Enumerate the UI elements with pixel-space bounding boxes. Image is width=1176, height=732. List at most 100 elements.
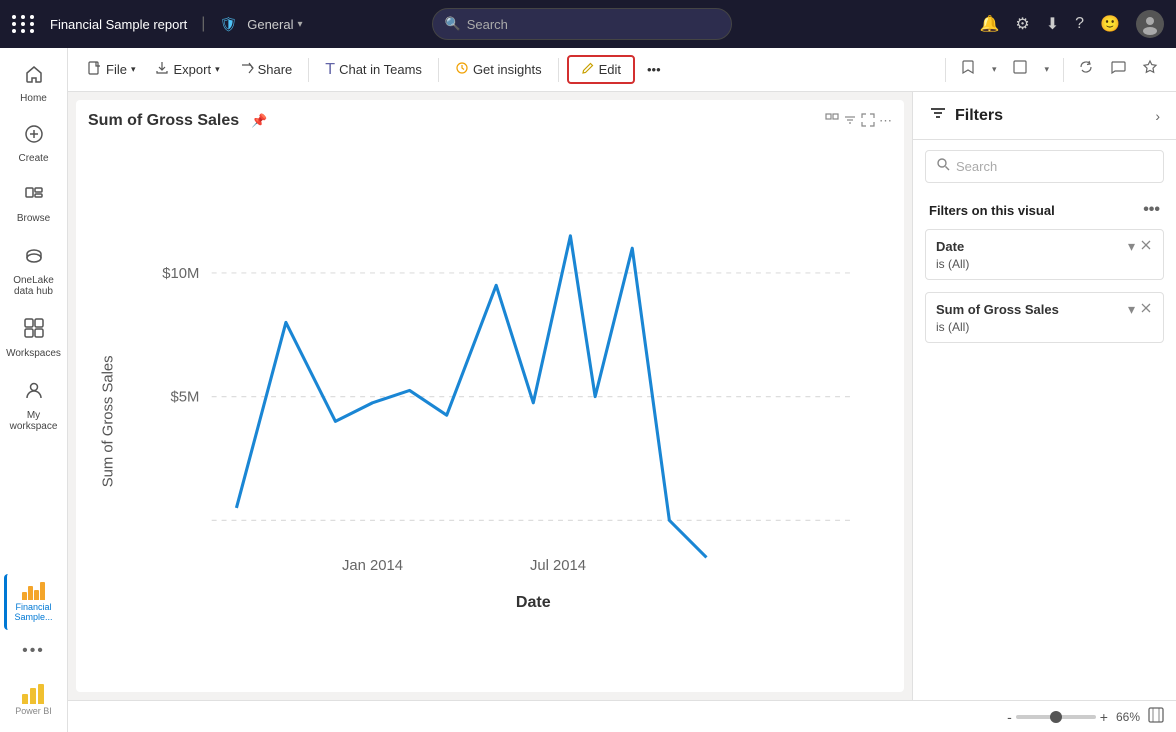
home-icon bbox=[24, 64, 44, 89]
svg-text:Jul 2014: Jul 2014 bbox=[530, 558, 586, 574]
sidebar-label-create: Create bbox=[18, 153, 48, 164]
get-insights-button[interactable]: Get insights bbox=[447, 57, 550, 82]
filters-expand-icon[interactable]: › bbox=[1155, 108, 1160, 124]
sidebar-label-home: Home bbox=[20, 93, 47, 104]
more-options-button[interactable]: ••• bbox=[639, 58, 669, 81]
comment-button[interactable] bbox=[1104, 55, 1132, 84]
filter-date-clear-icon[interactable] bbox=[1139, 238, 1153, 255]
filters-section-header: Filters on this visual ••• bbox=[913, 193, 1176, 223]
export-chevron-icon: ▾ bbox=[215, 64, 220, 75]
chart-expand-icon[interactable] bbox=[861, 113, 875, 130]
zoom-level: 66% bbox=[1116, 710, 1140, 724]
chart-wrapper: $10M $5M Sum of Gross Sales Jan 2014 Jul… bbox=[88, 138, 892, 680]
top-navigation: Financial Sample report | 🛡 General ▾ 🔍 … bbox=[0, 0, 1176, 48]
sidebar-label-myworkspace: My workspace bbox=[8, 410, 60, 432]
filter-grosssales-value: is (All) bbox=[936, 320, 1153, 334]
zoom-in-button[interactable]: + bbox=[1100, 709, 1108, 725]
search-input[interactable] bbox=[467, 17, 719, 32]
filters-section-more-icon[interactable]: ••• bbox=[1143, 201, 1160, 219]
bottom-bar: - + 66% bbox=[68, 700, 1176, 732]
filter-grosssales-chevron-icon[interactable]: ▾ bbox=[1128, 301, 1135, 318]
file-button[interactable]: File ▾ bbox=[80, 57, 143, 82]
apps-launcher[interactable] bbox=[12, 15, 36, 33]
filters-search-box[interactable] bbox=[925, 150, 1164, 183]
filter-grosssales-label: Sum of Gross Sales bbox=[936, 302, 1059, 317]
sidebar-item-myworkspace[interactable]: My workspace bbox=[4, 371, 64, 440]
powerbi-logo[interactable]: Power BI bbox=[11, 676, 56, 724]
view-chevron-icon[interactable]: ▾ bbox=[986, 60, 1003, 79]
global-search-bar[interactable]: 🔍 bbox=[432, 8, 732, 40]
filters-search-input[interactable] bbox=[956, 159, 1153, 174]
search-icon: 🔍 bbox=[445, 16, 461, 32]
feedback-icon[interactable]: 🙂 bbox=[1100, 14, 1120, 34]
edit-label: Edit bbox=[599, 62, 621, 77]
sidebar-label-browse: Browse bbox=[17, 213, 50, 224]
toolbar-right: ▾ ▾ bbox=[941, 55, 1164, 84]
financial-chart-icon bbox=[22, 582, 45, 600]
chart-title: Sum of Gross Sales bbox=[88, 112, 239, 130]
chart-toolbar-icons: ⋯ bbox=[825, 113, 892, 130]
app-title: Financial Sample report bbox=[50, 17, 187, 32]
filter-date-value: is (All) bbox=[936, 257, 1153, 271]
chart-more-icon[interactable]: ⋯ bbox=[879, 113, 892, 130]
share-icon bbox=[240, 61, 254, 78]
export-button[interactable]: Export ▾ bbox=[147, 57, 227, 82]
svg-text:$5M: $5M bbox=[170, 390, 199, 406]
chevron-down-icon: ▾ bbox=[297, 19, 302, 30]
file-chevron-icon: ▾ bbox=[131, 64, 136, 75]
filter-grosssales-icons: ▾ bbox=[1128, 301, 1153, 318]
pin-icon[interactable]: 📌 bbox=[251, 113, 267, 129]
share-button[interactable]: Share bbox=[232, 57, 301, 82]
zoom-out-button[interactable]: - bbox=[1007, 709, 1012, 725]
bookmark-button[interactable] bbox=[954, 55, 982, 84]
filter-grosssales-clear-icon[interactable] bbox=[1139, 301, 1153, 318]
workspace-selector[interactable]: General ▾ bbox=[247, 17, 302, 32]
edit-icon bbox=[581, 61, 595, 78]
help-icon[interactable]: ? bbox=[1075, 15, 1084, 33]
avatar[interactable] bbox=[1136, 10, 1164, 38]
toolbar-divider-2 bbox=[438, 58, 439, 82]
sidebar-label-onelake: OneLake data hub bbox=[8, 275, 60, 297]
filter-date-chevron-icon[interactable]: ▾ bbox=[1128, 238, 1135, 255]
download-icon[interactable]: ⬇ bbox=[1046, 14, 1059, 34]
sidebar-item-home[interactable]: Home bbox=[4, 56, 64, 112]
toolbar-divider-3 bbox=[558, 58, 559, 82]
filters-search-icon bbox=[936, 157, 950, 176]
sidebar-item-onelake[interactable]: OneLake data hub bbox=[4, 236, 64, 305]
filters-title: Filters bbox=[955, 107, 1155, 125]
sidebar-item-workspaces[interactable]: Workspaces bbox=[4, 309, 64, 367]
filter-card-date: Date ▾ is (All) bbox=[925, 229, 1164, 280]
zoom-slider[interactable] bbox=[1016, 715, 1096, 719]
refresh-button[interactable] bbox=[1072, 55, 1100, 84]
sidebar-item-financial[interactable]: Financial Sample... bbox=[4, 574, 64, 630]
sidebar-item-create[interactable]: Create bbox=[4, 116, 64, 172]
favorite-button[interactable] bbox=[1136, 55, 1164, 84]
zoom-controls: - + 66% bbox=[1007, 707, 1164, 726]
fit-button[interactable] bbox=[1148, 707, 1164, 726]
zoom-thumb[interactable] bbox=[1050, 711, 1062, 723]
onelake-icon bbox=[23, 244, 45, 271]
reading-view-button[interactable] bbox=[1006, 55, 1034, 84]
chat-in-teams-button[interactable]: T Chat in Teams bbox=[317, 57, 430, 83]
browse-icon bbox=[24, 184, 44, 209]
chart-title-row: Sum of Gross Sales 📌 ⋯ bbox=[88, 112, 892, 130]
myworkspace-icon bbox=[23, 379, 45, 406]
notifications-icon[interactable]: 🔔 bbox=[979, 14, 999, 34]
settings-icon[interactable]: ⚙ bbox=[1015, 14, 1029, 34]
edit-button[interactable]: Edit bbox=[567, 55, 635, 84]
chart-focus-icon[interactable] bbox=[825, 113, 839, 130]
more-icon: ••• bbox=[647, 62, 661, 77]
chart-filter-icon[interactable] bbox=[843, 113, 857, 130]
sidebar-item-more[interactable]: ••• bbox=[4, 634, 64, 668]
filter-date-label: Date bbox=[936, 239, 964, 254]
content-area: Sum of Gross Sales 📌 ⋯ bbox=[68, 92, 1176, 700]
filters-header: Filters › bbox=[913, 92, 1176, 140]
sidebar: Home Create Browse OneLake data hub Work… bbox=[0, 48, 68, 732]
share-label: Share bbox=[258, 62, 293, 77]
svg-text:Sum of Gross Sales: Sum of Gross Sales bbox=[101, 355, 117, 487]
create-icon bbox=[24, 124, 44, 149]
shield-icon: 🛡 bbox=[219, 16, 237, 33]
sidebar-item-browse[interactable]: Browse bbox=[4, 176, 64, 232]
view-mode-chevron-icon[interactable]: ▾ bbox=[1038, 60, 1055, 79]
nav-icons-group: 🔔 ⚙ ⬇ ? 🙂 bbox=[979, 10, 1164, 38]
